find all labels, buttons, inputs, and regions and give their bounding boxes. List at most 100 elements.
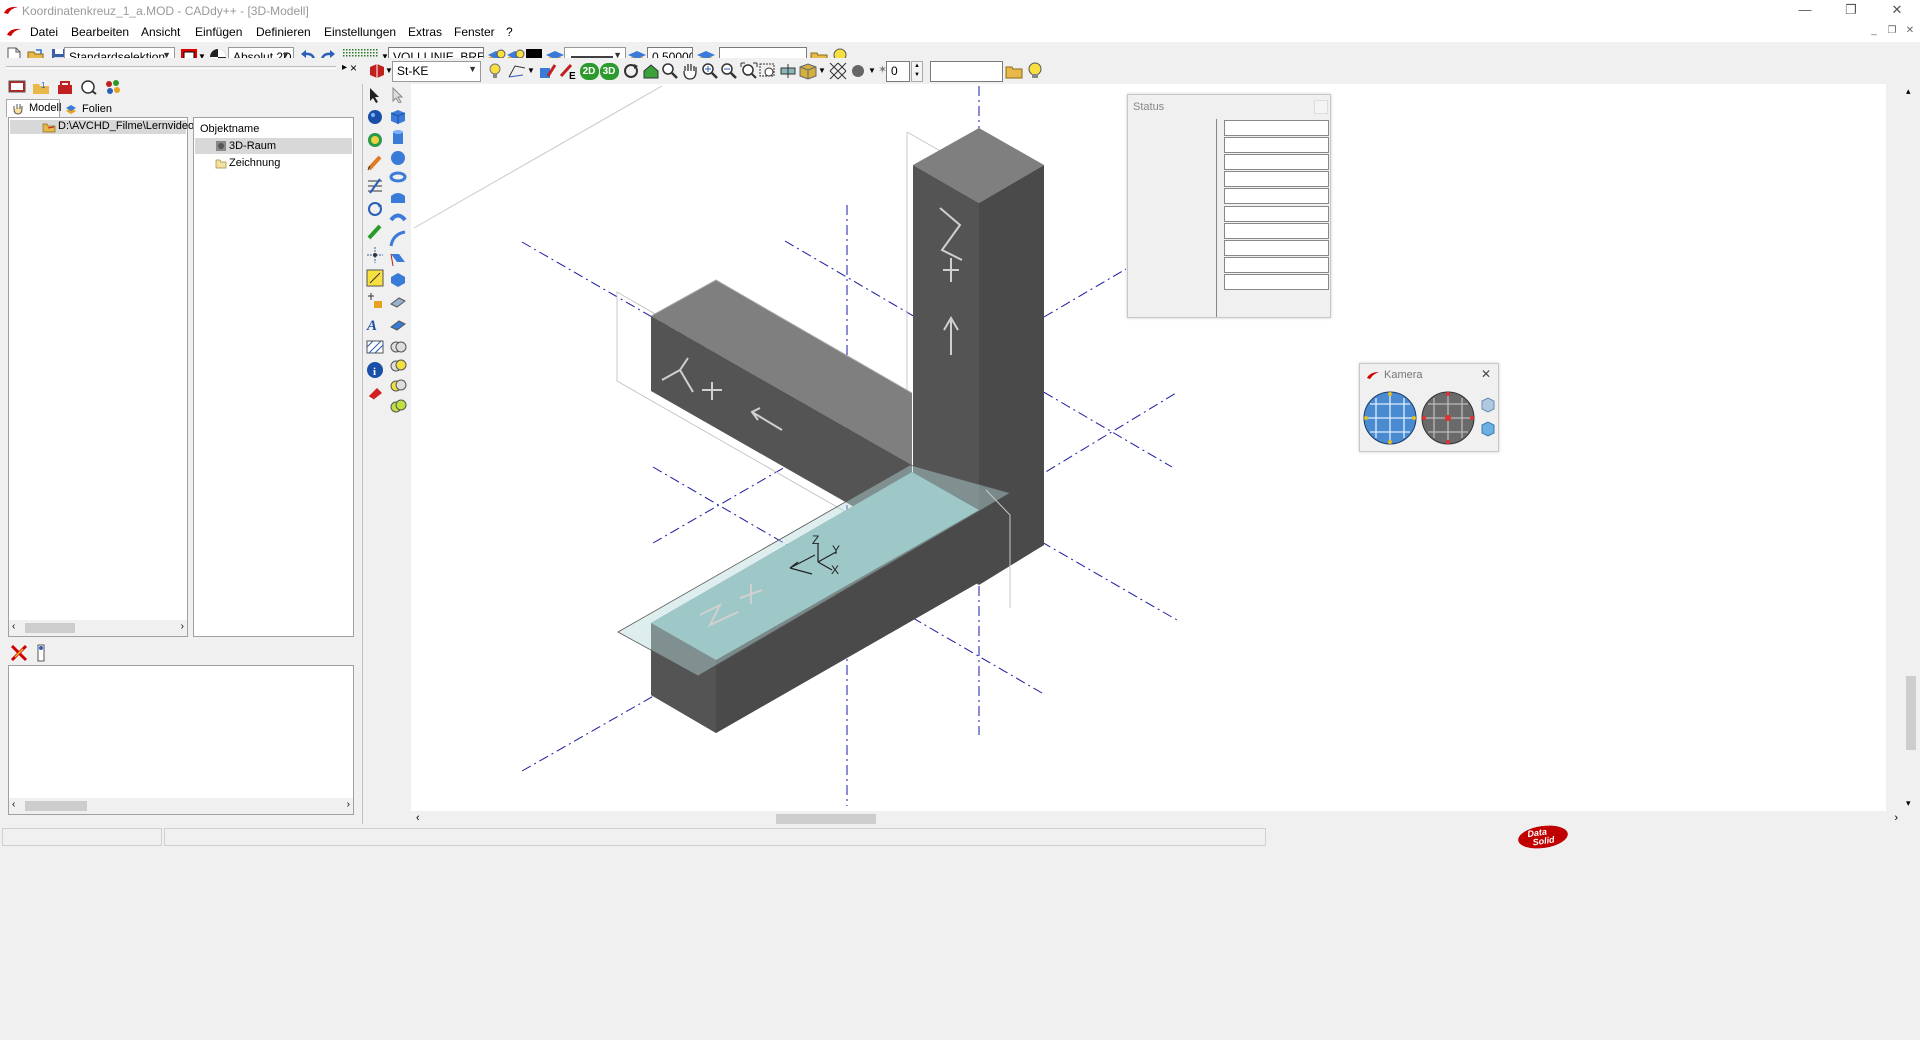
status-close-button[interactable] [1314, 100, 1328, 114]
cylinder-tool[interactable] [387, 127, 409, 149]
chamfer-tool[interactable] [387, 269, 409, 291]
menu-datei[interactable]: Datei [30, 25, 58, 39]
subtract-tool[interactable] [387, 355, 409, 377]
point-tool[interactable] [364, 244, 386, 266]
tab-modell[interactable]: Modell [6, 99, 61, 117]
chevron-down-icon[interactable]: ▼ [818, 66, 826, 75]
mdi-restore-button[interactable]: ❐ [1884, 24, 1900, 38]
minimize-button[interactable]: — [1782, 2, 1828, 20]
erase-tool[interactable] [364, 382, 386, 404]
scroll-left-icon[interactable]: ‹ [416, 812, 420, 824]
status-field[interactable] [1224, 274, 1329, 290]
chevron-down-icon[interactable]: ▼ [868, 66, 876, 75]
shading-button[interactable] [797, 60, 819, 82]
edit-e-button[interactable]: E [557, 60, 579, 82]
status-field[interactable] [1224, 120, 1329, 136]
pencil-tool[interactable] [364, 152, 386, 174]
extrude-tool[interactable] [387, 186, 409, 208]
menu-einstellungen[interactable]: Einstellungen [324, 25, 396, 39]
scroll-thumb[interactable] [776, 814, 876, 824]
status-field[interactable] [1224, 223, 1329, 239]
transform-tool[interactable] [364, 198, 386, 220]
tab-folien[interactable]: Folien [62, 100, 114, 117]
globe-tool[interactable] [364, 129, 386, 151]
intersect-tool[interactable] [387, 375, 409, 397]
counter-spinner[interactable]: ▲ ▼ [911, 61, 923, 82]
section-button[interactable] [777, 60, 799, 82]
combine-tool[interactable] [387, 395, 409, 417]
scroll-right-icon[interactable]: › [181, 621, 184, 632]
camera-close-button[interactable]: ✕ [1481, 367, 1491, 381]
status-field[interactable] [1224, 188, 1329, 204]
scroll-left-icon[interactable]: ‹ [12, 799, 15, 810]
panel-tool-4[interactable] [78, 76, 100, 98]
toolbar2-extra-field[interactable] [930, 61, 1003, 82]
status-field[interactable] [1224, 137, 1329, 153]
camera-orbit-globe-icon[interactable] [1362, 390, 1418, 446]
menu-definieren[interactable]: Definieren [256, 25, 311, 39]
sweep-tool[interactable] [387, 228, 409, 250]
perspective-button[interactable] [506, 60, 528, 82]
camera-cube-icon[interactable] [1480, 397, 1496, 413]
modify-tool[interactable] [364, 175, 386, 197]
loft-tool[interactable] [387, 248, 409, 270]
panel-close-button[interactable]: × [350, 61, 357, 75]
panel-tool-3[interactable] [54, 76, 76, 98]
splitter[interactable] [362, 84, 363, 824]
menu-help[interactable]: ? [506, 25, 513, 39]
menu-ansicht[interactable]: Ansicht [141, 25, 180, 39]
scroll-left-icon[interactable]: ‹ [12, 621, 15, 632]
material-select[interactable]: St-KE ▼ [392, 61, 481, 82]
panel-tool-5[interactable] [102, 76, 124, 98]
scroll-right-icon[interactable]: › [1894, 812, 1898, 824]
menu-extras[interactable]: Extras [408, 25, 442, 39]
3d-viewport[interactable]: Z Y X Status Kamera ✕ [411, 84, 1886, 811]
edit-view-button[interactable] [537, 60, 559, 82]
light-button[interactable] [484, 60, 506, 82]
scroll-thumb[interactable] [25, 801, 87, 811]
panel-pin-button[interactable]: ▸ [342, 62, 347, 73]
counter-field[interactable]: 0 [886, 61, 910, 82]
menu-bearbeiten[interactable]: Bearbeiten [71, 25, 129, 39]
hand-button[interactable] [679, 60, 701, 82]
scroll-thumb[interactable] [25, 623, 75, 633]
dimension-tool[interactable] [364, 267, 386, 289]
chevron-down-icon[interactable]: ▼ [527, 66, 535, 75]
text-tool[interactable]: A [364, 313, 386, 335]
sphere-tool[interactable] [364, 106, 386, 128]
panel-tool-2[interactable]: 1 [30, 76, 52, 98]
torus-tool[interactable] [387, 166, 409, 188]
menu-einfuegen[interactable]: Einfügen [195, 25, 242, 39]
status-field[interactable] [1224, 206, 1329, 222]
hatch-button[interactable] [827, 60, 849, 82]
tree-scrollbar-h[interactable]: ‹ › [9, 620, 187, 636]
mdi-minimize-button[interactable]: _ [1866, 24, 1882, 38]
scroll-thumb[interactable] [1906, 676, 1916, 750]
shell-tool[interactable] [387, 290, 409, 312]
slice-tool[interactable] [387, 313, 409, 335]
panel-tool-1[interactable] [6, 76, 28, 98]
mdi-close-button[interactable]: ✕ [1902, 24, 1918, 38]
zoom-button[interactable] [659, 60, 681, 82]
viewport-scrollbar-h[interactable]: ‹ › [411, 811, 1903, 827]
revolve-tool[interactable] [387, 207, 409, 229]
scroll-up-icon[interactable]: ▴ [1906, 86, 1911, 97]
object-row-3d-raum[interactable]: 3D-Raum [195, 138, 352, 154]
lightbulb-button[interactable] [1024, 60, 1046, 82]
info-tool-button[interactable] [30, 642, 52, 664]
render-sphere-button[interactable] [847, 60, 869, 82]
camera-cube-solid-icon[interactable] [1480, 421, 1496, 437]
status-field[interactable] [1224, 154, 1329, 170]
box-tool[interactable] [387, 106, 409, 128]
model-tree[interactable]: D:\AVCHD_Filme\Lernvideos\E ‹ › [8, 117, 210, 637]
menu-fenster[interactable]: Fenster [454, 25, 495, 39]
zoom-out-button[interactable] [718, 60, 740, 82]
object-row-zeichnung[interactable]: Zeichnung [195, 155, 352, 171]
symbol-tool[interactable] [364, 290, 386, 312]
status-field[interactable] [1224, 257, 1329, 273]
green-pencil-tool[interactable] [364, 221, 386, 243]
select-light-tool[interactable] [387, 84, 409, 106]
status-field[interactable] [1224, 171, 1329, 187]
view-3d-button[interactable]: 3D [598, 60, 620, 82]
hatch-tool[interactable] [364, 336, 386, 358]
